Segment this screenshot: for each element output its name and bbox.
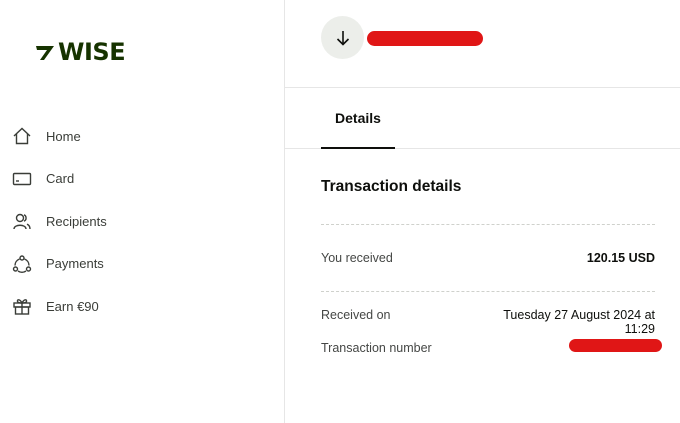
payments-icon bbox=[11, 253, 33, 275]
divider bbox=[321, 291, 655, 292]
received-on-value-line1: Tuesday 27 August 2024 at bbox=[503, 308, 655, 322]
received-on-value-line2: 11:29 bbox=[624, 322, 655, 336]
sidebar-item-earn[interactable]: Earn €90 bbox=[0, 285, 285, 328]
sidebar-item-recipients[interactable]: Recipients bbox=[0, 200, 285, 243]
transaction-header bbox=[285, 0, 680, 88]
sidebar-item-label: Earn €90 bbox=[46, 298, 99, 314]
arrow-down-icon bbox=[336, 30, 349, 46]
sidebar-item-label: Home bbox=[46, 128, 81, 144]
redacted-transaction-number bbox=[569, 339, 662, 352]
logo-text: WISE bbox=[58, 38, 126, 66]
sidebar-item-card[interactable]: Card bbox=[0, 158, 285, 201]
sidebar: WISE Home Card Recipients Payments Earn … bbox=[0, 0, 285, 423]
sidebar-item-label: Card bbox=[46, 171, 75, 187]
transaction-number-label: Transaction number bbox=[321, 341, 432, 355]
tab-details[interactable]: Details bbox=[321, 88, 395, 149]
sidebar-item-payments[interactable]: Payments bbox=[0, 243, 285, 286]
sidebar-item-label: Payments bbox=[46, 256, 104, 272]
wise-flag-icon bbox=[36, 46, 54, 60]
sidebar-item-home[interactable]: Home bbox=[0, 115, 285, 158]
main-panel: Details Transaction details You received… bbox=[285, 0, 680, 423]
received-label: You received bbox=[321, 251, 393, 265]
incoming-transfer-badge bbox=[321, 16, 364, 59]
sidebar-item-label: Recipients bbox=[46, 213, 107, 229]
redacted-sender-name bbox=[367, 31, 483, 46]
sidebar-nav: Home Card Recipients Payments Earn €90 bbox=[0, 115, 285, 328]
tab-bar: Details bbox=[285, 88, 680, 149]
gift-icon bbox=[11, 295, 33, 317]
recipients-icon bbox=[11, 210, 33, 232]
home-icon bbox=[11, 125, 33, 147]
card-icon bbox=[11, 168, 33, 190]
divider bbox=[321, 224, 655, 225]
received-value: 120.15 USD bbox=[586, 251, 655, 265]
received-on-label: Received on bbox=[321, 308, 391, 322]
section-title: Transaction details bbox=[321, 178, 462, 195]
wise-logo[interactable]: WISE bbox=[34, 38, 126, 66]
